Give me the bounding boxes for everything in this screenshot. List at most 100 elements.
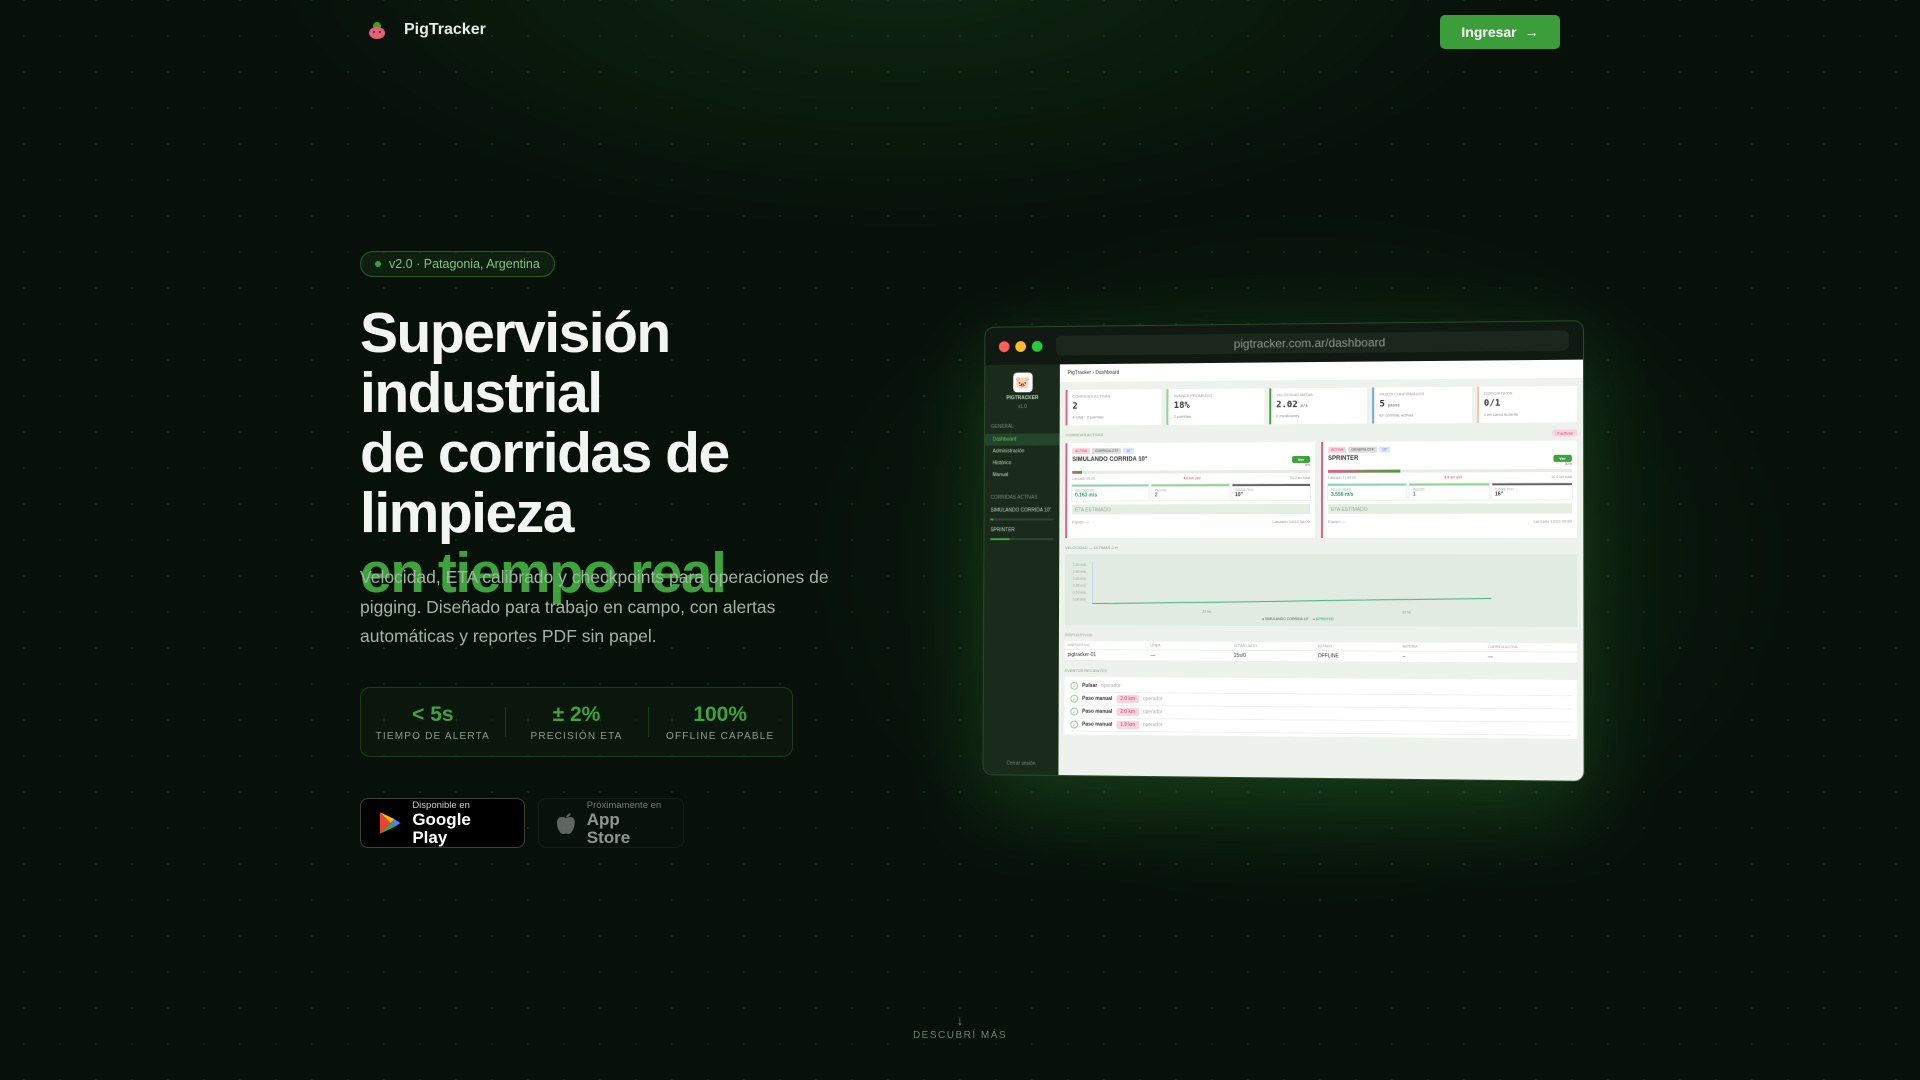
stat-card: VELOCIDAD MEDIA 2.02 m/s 2 mediciones [1269,387,1368,425]
card-value: 2.02 m/s [1276,400,1362,410]
table-header: ESTADO [1317,644,1332,649]
total: 52.3 km total [1290,475,1311,481]
metric-value: 0.163 m/s [1075,492,1098,499]
card-sub: 2 corridas [1173,413,1192,419]
logout-link: Cerrar sesión [1006,760,1036,767]
chart-line [1092,562,1491,607]
event-user: operador [1142,722,1163,729]
card-sub: 4 total · 2 corridas [1072,414,1104,420]
launch: Lanzado 05:00 [1072,476,1095,481]
table-header: LÍNEA [1150,643,1161,648]
badge-text: v2.0 · Patagonia, Argentina [389,257,540,271]
y-tick: 0.20 m/s [1072,590,1086,595]
y-tick: 0.80 m/s [1072,569,1086,574]
value: 5 [1379,399,1385,410]
run-tag: ACTIVA [1328,446,1347,453]
eta-box: ETA ESTIMADO [1327,503,1572,514]
launched: Lanzado 10/10 09:50 [1533,518,1572,524]
card-sub: 1 en canal reciente [1483,411,1519,417]
login-button[interactable]: Ingresar → [1440,15,1560,49]
check-icon: ✓ [1070,681,1079,690]
value: 0/1 [1483,398,1501,409]
event-title: Pulsar [1082,682,1098,689]
title-line: limpieza [360,481,574,545]
progress-labels: Lanzado 11:55:00 6.8 km usd 20.0 km total [1328,475,1572,480]
velocity-chart: 1.00 m/s 0.80 m/s 0.60 m/s 0.40 m/s 0.20 m/s… [1064,553,1578,628]
check-icon: ✓ [1070,694,1079,703]
metric-value: 1 [1412,491,1416,498]
hero-description: Velocidad, ETA calibrado y checkpoints p… [360,567,829,646]
metric-value: 10" [1235,492,1243,499]
sidebar-section: GENERAL [990,423,1014,430]
google-play-icon [379,812,401,834]
y-tick: 0.40 m/s [1072,583,1086,588]
progress-fill [1072,470,1082,474]
eta-box: ETA ESTIMADO [1072,503,1310,515]
event-tag: 1.9 km [1116,720,1139,730]
event-title: Paso manual [1082,708,1113,715]
dot-grid-background [0,0,1920,1080]
sidebar-item-history: Histórico [992,460,1012,467]
metric-value: 2 [1154,492,1158,499]
status-dot-icon [375,261,381,267]
launched: Lanzado 10/10 08:00 [1272,518,1310,525]
google-play-button[interactable]: Disponible en Google Play [360,798,525,848]
sidebar-brand: PIGTRACKER [1006,395,1039,402]
y-tick: 0.60 m/s [1072,576,1086,581]
sidebar-item-dashboard: Dashboard [984,433,1060,446]
table-header: BATERÍA [1402,644,1418,649]
event-user: operador [1142,709,1163,716]
sidebar-item-manual: Manual [992,472,1009,479]
launch: Lanzado 11:55:00 [1328,475,1356,480]
used: 6.8 km usd [1444,475,1462,480]
brand-name[interactable]: PigTracker [404,21,486,39]
minimize-dot-icon [1015,340,1027,352]
progress-fill [1328,469,1401,473]
scroll-label: DESCUBRÍ MÁS [912,1030,1008,1041]
mock-main: PigTracker › Dashboard CORRIDAS ACTIVAS 2… [1058,359,1584,782]
pig-logo-icon [369,22,385,39]
metric: PASOS 2 [1151,484,1230,501]
section-title: CORRIDAS ACTIVAS [1065,432,1104,438]
used: 4.6 km usd [1183,476,1201,481]
scroll-more[interactable]: ↓ DESCUBRÍ MÁS [0,1012,1920,1041]
progress-pct: 30% [1564,461,1572,466]
run-tag: GENERA OTF [1348,446,1378,453]
stat-item: < 5s TIEMPO DE ALERTA [361,703,505,742]
store-name: App Store [586,809,631,847]
version-badge: v2.0 · Patagonia, Argentina [360,251,555,277]
url-bar: pigtracker.com.ar/dashboard [1056,330,1569,356]
stat-card: AVANCE PROMEDIO 18% 2 corridas [1166,388,1265,425]
stat-label: TIEMPO DE ALERTA [375,730,491,742]
table-cell: OFFLINE [1317,653,1339,660]
run-name: SPRINTER [1328,455,1359,462]
run-footer: Equipo — Lanzado 10/10 09:50 [1328,519,1572,524]
progress-bar [1328,468,1572,473]
table-header: CORRIDA ACTIVA [1487,645,1518,650]
events-list: ✓ Pulsar operador ✓ Paso manual 2.0 km operado… [1064,676,1578,739]
run-metrics: VELOCIDAD 3.556 m/s PASOS 1 DIÁMETRO 16" [1327,483,1572,500]
stat-card: CORRIDAS ACTIVAS 2 4 total · 2 corridas [1065,389,1162,426]
unit: m/s [1300,403,1308,409]
value: 18% [1173,400,1190,411]
table-header: DISPOSITIVO [1067,643,1090,648]
arrow-down-icon: ↓ [956,1012,964,1028]
close-dot-icon [998,340,1010,352]
stat-label: OFFLINE CAPABLE [665,730,775,742]
card-value: 2 [1072,401,1157,412]
stat-card: DISPOSITIVOS 0/1 1 en canal reciente [1476,385,1577,423]
run-tags: ACTIVA GENERA OTF 16" [1328,446,1572,453]
title-line: Supervisión industrial [360,301,671,425]
sidebar-section: CORRIDAS ACTIVAS [990,494,1038,501]
stat-item: 100% OFFLINE CAPABLE [648,703,792,742]
event-user: operador [1101,682,1121,690]
app-store-button[interactable]: Próximamente en App Store [538,798,684,848]
store-small-text: Próximamente en [586,799,662,811]
event-tag: 2.0 km [1116,707,1139,717]
metric: DIÁMETRO 10" [1232,483,1310,501]
run-tags: ACTIVA CORRIDA OTF 10" [1072,447,1310,455]
check-icon: ✓ [1070,707,1079,716]
run-tag: ACTIVA [1072,448,1091,455]
event-user: operador [1142,696,1163,703]
stat-value: 100% [693,702,748,726]
